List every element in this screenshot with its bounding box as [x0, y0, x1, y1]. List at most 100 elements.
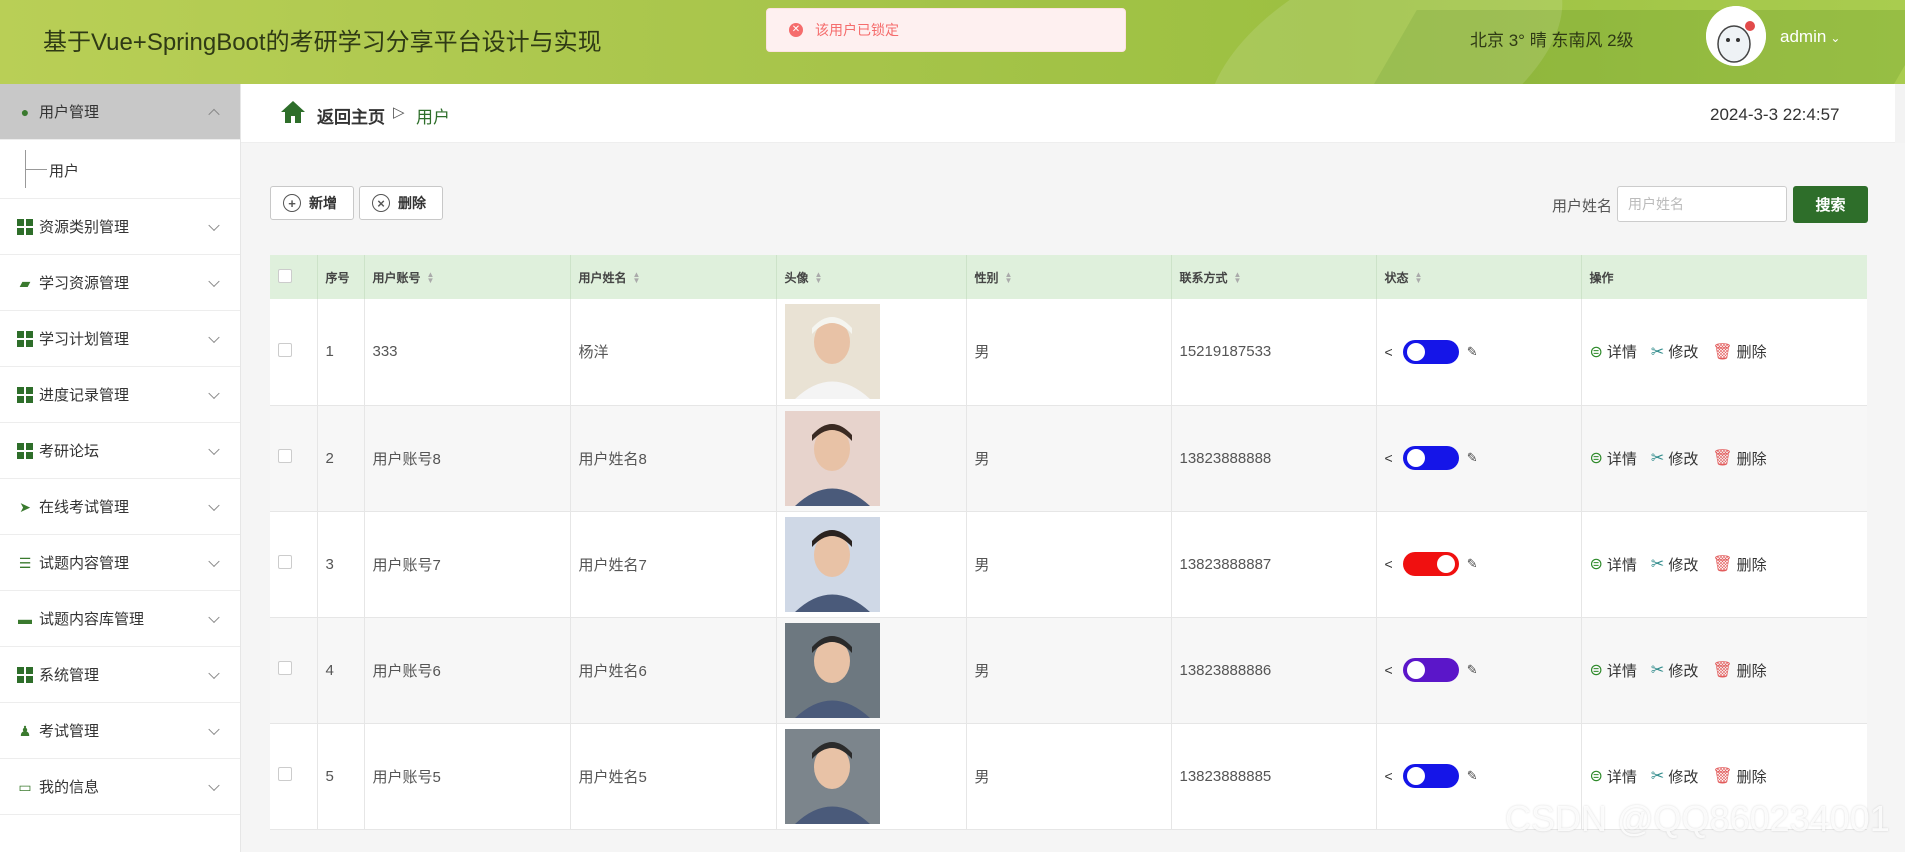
sidebar-item-forum[interactable]: 考研论坛 — [0, 423, 240, 479]
row-checkbox[interactable] — [278, 555, 292, 569]
user-avatar-image[interactable] — [784, 410, 880, 506]
select-all-checkbox[interactable] — [278, 268, 292, 283]
detail-icon: ⊜ — [1589, 556, 1603, 573]
edit-pen-icon[interactable]: ✎ — [1467, 556, 1478, 572]
detail-button[interactable]: ⊜ 详情 — [1590, 766, 1637, 787]
chevron-down-icon — [208, 331, 220, 343]
sort-icon[interactable]: ▲ ▼ — [633, 271, 641, 285]
detail-button[interactable]: ⊜ 详情 — [1590, 448, 1637, 469]
status-toggle[interactable] — [1402, 552, 1459, 576]
col-header-account[interactable]: 用户账号 ▲ ▼ — [364, 255, 571, 299]
sort-icon[interactable]: ▲ ▼ — [815, 271, 823, 285]
sidebar-subitem-label: 用户 — [49, 163, 80, 180]
user-menu[interactable]: admin ⌄ — [1780, 27, 1840, 47]
select-all-cell — [270, 255, 318, 299]
trash-icon: 🗑 — [1712, 450, 1733, 467]
sidebar-item-progress-record[interactable]: 进度记录管理 — [0, 367, 240, 423]
table-row: 4 用户账号6 用户姓名6 男 13823888886 < ✎ ⊜ 详情 ✂ 修改 🗑 删除 — [270, 617, 1867, 724]
edit-button[interactable]: ✂ 修改 — [1651, 766, 1698, 787]
edit-button[interactable]: ✂ 修改 — [1651, 554, 1698, 575]
detail-button[interactable]: ⊜ 详情 — [1590, 554, 1637, 575]
col-header-name[interactable]: 用户姓名 ▲ ▼ — [570, 255, 777, 299]
chevron-down-icon — [208, 219, 220, 231]
row-account: 用户账号6 — [364, 617, 571, 724]
edit-button[interactable]: ✂ 修改 — [1651, 660, 1698, 681]
chevron-down-icon — [208, 499, 220, 511]
edit-button[interactable]: ✂ 修改 — [1651, 341, 1698, 362]
row-status-cell: < ✎ — [1376, 617, 1582, 724]
edit-pen-icon[interactable]: ✎ — [1467, 768, 1478, 784]
sidebar-item-resource-category[interactable]: 资源类别管理 — [0, 199, 240, 255]
sidebar-item-user-management[interactable]: ● 用户管理 — [0, 84, 240, 140]
table-row: 3 用户账号7 用户姓名7 男 13823888887 < ✎ ⊜ 详情 ✂ 修改 🗑 删除 — [270, 511, 1867, 618]
user-avatar-image[interactable] — [784, 728, 880, 824]
edit-pen-icon[interactable]: ✎ — [1467, 450, 1478, 466]
row-avatar-cell — [776, 723, 967, 830]
chevron-down-icon — [208, 387, 220, 399]
app-title: 基于Vue+SpringBoot的考研学习分享平台设计与实现 — [43, 29, 602, 56]
avatar-illustration-icon — [1706, 6, 1766, 66]
status-toggle[interactable] — [1402, 446, 1459, 470]
row-checkbox[interactable] — [278, 661, 292, 675]
delete-button[interactable]: 🗑 删除 — [1712, 448, 1766, 469]
edit-pen-icon[interactable]: ✎ — [1467, 662, 1478, 678]
table-row: 2 用户账号8 用户姓名8 男 13823888888 < ✎ ⊜ 详情 ✂ 修改 🗑 删除 — [270, 405, 1867, 512]
col-header-gender[interactable]: 性别 ▲ ▼ — [966, 255, 1172, 299]
wallet-icon: ▰ — [19, 274, 31, 291]
col-header-avatar[interactable]: 头像 ▲ ▼ — [776, 255, 967, 299]
col-header-status[interactable]: 状态 ▲ ▼ — [1376, 255, 1582, 299]
sidebar-subitem-user[interactable]: 用户 — [0, 140, 240, 199]
home-icon[interactable] — [280, 99, 306, 125]
row-checkbox[interactable] — [278, 449, 292, 463]
batch-delete-button[interactable]: × 删除 — [359, 186, 443, 220]
row-actions: ⊜ 详情 ✂ 修改 🗑 删除 — [1581, 405, 1867, 512]
row-no: 3 — [317, 511, 365, 618]
status-toggle[interactable] — [1402, 658, 1459, 682]
delete-button[interactable]: 🗑 删除 — [1712, 660, 1766, 681]
sort-icon[interactable]: ▲ ▼ — [1234, 271, 1242, 285]
row-checkbox[interactable] — [278, 767, 292, 781]
detail-button[interactable]: ⊜ 详情 — [1590, 660, 1637, 681]
delete-button[interactable]: 🗑 删除 — [1712, 766, 1766, 787]
sort-icon[interactable]: ▲ ▼ — [427, 271, 435, 285]
sidebar-item-system[interactable]: 系统管理 — [0, 647, 240, 703]
row-phone: 13823888885 — [1171, 723, 1377, 830]
avatar[interactable] — [1706, 6, 1766, 66]
sidebar-item-label: 试题内容管理 — [39, 555, 130, 572]
row-checkbox[interactable] — [278, 342, 292, 357]
user-avatar-image[interactable] — [784, 622, 880, 718]
search-input[interactable] — [1617, 186, 1787, 222]
add-button[interactable]: + 新增 — [270, 186, 354, 220]
sidebar-item-question-content[interactable]: ☰ 试题内容管理 — [0, 535, 240, 591]
sort-icon[interactable]: ▲ ▼ — [1005, 271, 1013, 285]
delete-button[interactable]: 🗑 删除 — [1712, 341, 1766, 362]
sidebar-item-exam-management[interactable]: ♟ 考试管理 — [0, 703, 240, 759]
col-header-phone[interactable]: 联系方式 ▲ ▼ — [1171, 255, 1377, 299]
sidebar-item-label: 系统管理 — [39, 667, 100, 684]
sidebar-item-study-plan[interactable]: 学习计划管理 — [0, 311, 240, 367]
chevron-down-icon — [208, 555, 220, 567]
row-status-cell: < ✎ — [1376, 511, 1582, 618]
card-icon: ▭ — [18, 778, 32, 795]
breadcrumb-home-link[interactable]: 返回主页 — [317, 103, 385, 128]
search-button[interactable]: 搜索 — [1793, 186, 1868, 223]
sort-icon[interactable]: ▲ ▼ — [1415, 271, 1423, 285]
delete-button[interactable]: 🗑 删除 — [1712, 554, 1766, 575]
sidebar-item-my-info[interactable]: ▭ 我的信息 — [0, 759, 240, 815]
row-account: 用户账号8 — [364, 405, 571, 512]
edit-button[interactable]: ✂ 修改 — [1651, 448, 1698, 469]
row-phone: 13823888887 — [1171, 511, 1377, 618]
edit-pen-icon[interactable]: ✎ — [1467, 344, 1478, 360]
row-gender: 男 — [966, 511, 1172, 618]
user-avatar-image[interactable] — [784, 516, 880, 612]
status-toggle[interactable] — [1402, 764, 1459, 788]
tools-icon: ✂ — [1650, 556, 1665, 573]
sidebar-item-question-bank[interactable]: ▬ 试题内容库管理 — [0, 591, 240, 647]
status-toggle[interactable] — [1402, 339, 1459, 364]
sidebar-item-online-exam[interactable]: ➤ 在线考试管理 — [0, 479, 240, 535]
detail-icon: ⊜ — [1589, 450, 1603, 467]
sidebar-item-learning-resources[interactable]: ▰ 学习资源管理 — [0, 255, 240, 311]
detail-button[interactable]: ⊜ 详情 — [1590, 341, 1637, 362]
user-avatar-image[interactable] — [784, 304, 880, 400]
share-icon: < — [1384, 768, 1393, 784]
